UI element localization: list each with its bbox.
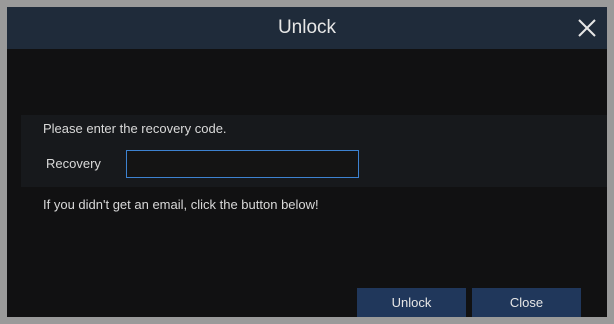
unlock-button[interactable]: Unlock (357, 288, 466, 317)
recovery-label: Recovery (46, 156, 101, 171)
close-icon[interactable] (575, 16, 599, 40)
dialog-title: Unlock (277, 17, 337, 38)
dialog-titlebar: Unlock (7, 7, 607, 49)
recovery-prompt: Please enter the recovery code. (43, 121, 227, 136)
email-hint: If you didn't get an email, click the bu… (43, 197, 319, 212)
screen-frame: Unlock Please enter the recovery code. R… (0, 0, 614, 324)
unlock-dialog: Unlock Please enter the recovery code. R… (7, 7, 607, 317)
recovery-code-input[interactable] (126, 150, 359, 178)
close-button[interactable]: Close (472, 288, 581, 317)
